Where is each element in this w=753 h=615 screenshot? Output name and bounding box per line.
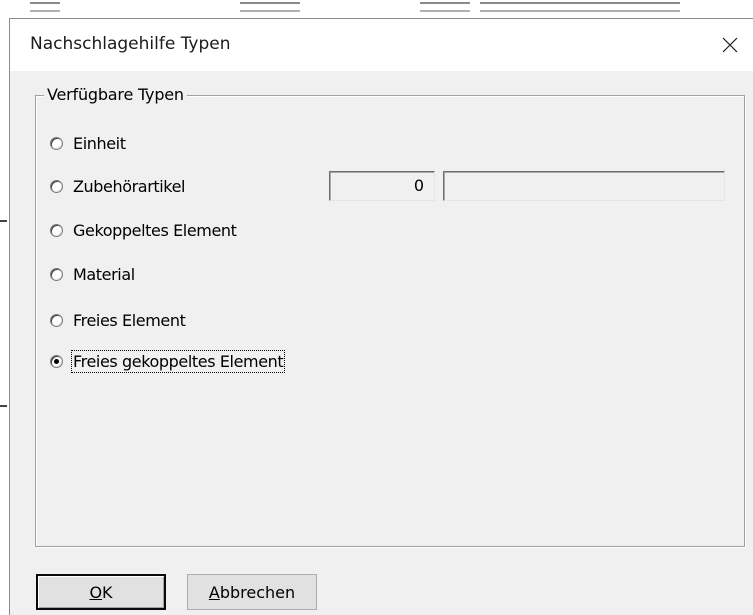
radio-button[interactable] — [50, 223, 63, 237]
radio-label: Material — [73, 264, 135, 284]
cancel-button[interactable]: Abbrechen — [187, 574, 317, 610]
quantity-field[interactable]: 0 — [329, 171, 435, 201]
cancel-label-rest: bbrechen — [219, 582, 296, 602]
ok-label-rest: K — [102, 582, 113, 602]
group-legend: Verfügbare Typen — [44, 85, 187, 104]
close-button[interactable] — [707, 19, 753, 71]
background-edge-mark — [0, 405, 7, 407]
radio-button[interactable] — [50, 136, 63, 150]
radio-label: Einheit — [73, 133, 126, 153]
dialog-window: Nachschlagehilfe Typen Verfügbare Typen … — [9, 18, 753, 615]
radio-gekoppeltes-element[interactable]: Gekoppeltes Element — [50, 219, 238, 241]
description-field[interactable] — [443, 171, 725, 201]
radio-freies-element[interactable]: Freies Element — [50, 309, 186, 331]
radio-zubehoerartikel[interactable]: Zubehörartikel — [50, 175, 186, 197]
close-icon — [722, 37, 738, 53]
background-text-fragment — [240, 2, 300, 12]
background-text-fragment — [480, 2, 680, 12]
ok-button[interactable]: OK — [36, 574, 166, 610]
radio-material[interactable]: Material — [50, 263, 136, 285]
radio-label: Zubehörartikel — [73, 176, 186, 196]
background-text-fragment — [420, 2, 470, 12]
radio-button[interactable] — [50, 313, 63, 327]
cancel-mnemonic: A — [208, 582, 220, 602]
background-window-strip — [0, 0, 753, 18]
background-edge-mark — [0, 220, 7, 222]
radio-freies-gekoppeltes-element[interactable]: Freies gekoppeltes Element — [50, 349, 286, 373]
radio-button[interactable] — [50, 179, 63, 193]
background-text-fragment — [30, 2, 60, 12]
radio-button-selected[interactable] — [50, 354, 63, 368]
dialog-title: Nachschlagehilfe Typen — [30, 34, 231, 54]
background-window-edge — [0, 0, 9, 615]
ok-mnemonic: O — [89, 582, 103, 602]
radio-label: Gekoppeltes Element — [73, 220, 237, 240]
radio-button[interactable] — [50, 267, 63, 281]
title-bar[interactable]: Nachschlagehilfe Typen — [10, 19, 753, 71]
radio-einheit[interactable]: Einheit — [50, 132, 127, 154]
radio-label: Freies Element — [73, 310, 186, 330]
radio-label: Freies gekoppeltes Element — [70, 349, 286, 373]
